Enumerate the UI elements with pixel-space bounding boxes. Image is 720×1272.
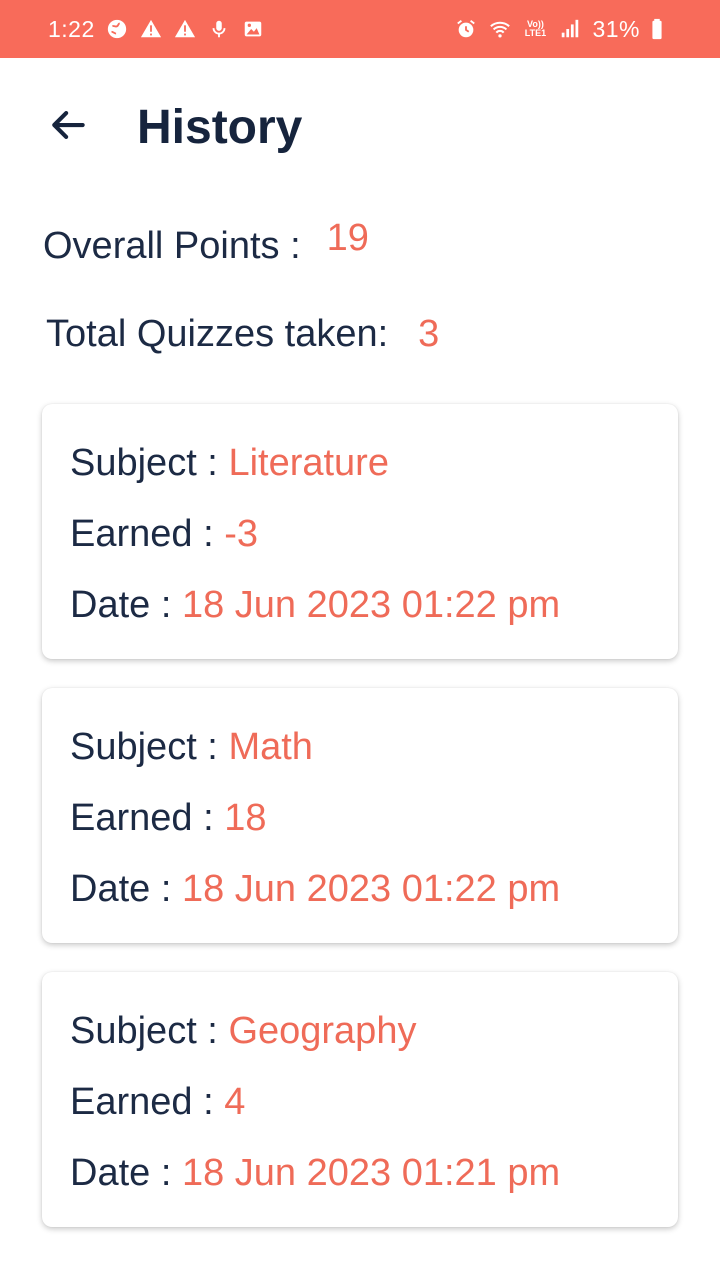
back-button[interactable]	[44, 103, 92, 151]
signal-icon	[558, 17, 582, 41]
history-card[interactable]: Subject : Geography Earned : 4 Date : 18…	[42, 972, 678, 1227]
alarm-icon	[454, 17, 478, 41]
date-value: 18 Jun 2023 01:21 pm	[181, 1152, 561, 1194]
card-earned-row: Earned : 4	[70, 1081, 245, 1124]
earned-label: Earned :	[70, 1081, 214, 1123]
history-card[interactable]: Subject : Literature Earned : -3 Date : …	[42, 404, 678, 659]
card-earned-row: Earned : 18	[70, 797, 267, 840]
battery-icon	[650, 17, 664, 41]
status-right: Vo)) LTE1 31%	[454, 16, 664, 43]
earned-label: Earned :	[70, 513, 214, 555]
arrow-left-icon	[46, 103, 90, 152]
warning-icon	[139, 17, 163, 41]
overall-points-label: Overall Points :	[43, 225, 301, 267]
earned-value: -3	[224, 513, 259, 555]
history-card[interactable]: Subject : Math Earned : 18 Date : 18 Jun…	[42, 688, 678, 943]
warning-icon	[173, 17, 197, 41]
earned-value: 18	[224, 797, 267, 839]
total-quizzes-label: Total Quizzes taken:	[46, 313, 389, 355]
date-value: 18 Jun 2023 01:22 pm	[181, 584, 561, 626]
earned-value: 4	[224, 1081, 246, 1123]
date-label: Date :	[70, 1152, 172, 1194]
date-label: Date :	[70, 584, 172, 626]
total-quizzes-value: 3	[418, 313, 440, 355]
card-date-row: Date : 18 Jun 2023 01:21 pm	[70, 1152, 560, 1195]
status-time: 1:22	[48, 15, 95, 42]
image-icon	[241, 17, 265, 41]
total-quizzes-row: Total Quizzes taken: 3	[46, 313, 439, 356]
card-earned-row: Earned : -3	[70, 513, 258, 556]
subject-value: Math	[228, 726, 313, 768]
date-value: 18 Jun 2023 01:22 pm	[181, 868, 561, 910]
card-subject-row: Subject : Math	[70, 726, 313, 769]
status-bar: 1:22 Vo)) LTE1 31%	[0, 0, 720, 58]
app-bar: History	[0, 58, 720, 208]
earned-label: Earned :	[70, 797, 214, 839]
subject-value: Geography	[228, 1010, 417, 1052]
overall-points-value: 19	[326, 217, 369, 259]
subject-label: Subject :	[70, 726, 218, 768]
subject-value: Literature	[228, 442, 389, 484]
mic-icon	[207, 17, 231, 41]
wifi-icon	[488, 17, 512, 41]
globe-icon	[105, 17, 129, 41]
overall-points-row: Overall Points : 19	[43, 217, 369, 268]
card-date-row: Date : 18 Jun 2023 01:22 pm	[70, 584, 560, 627]
subject-label: Subject :	[70, 1010, 218, 1052]
volte-icon: Vo)) LTE1	[524, 19, 547, 38]
subject-label: Subject :	[70, 442, 218, 484]
battery-percent: 31%	[592, 15, 640, 42]
page-title: History	[137, 101, 303, 154]
card-subject-row: Subject : Literature	[70, 442, 389, 485]
date-label: Date :	[70, 868, 172, 910]
card-subject-row: Subject : Geography	[70, 1010, 416, 1053]
status-left: 1:22	[48, 16, 265, 43]
card-date-row: Date : 18 Jun 2023 01:22 pm	[70, 868, 560, 911]
